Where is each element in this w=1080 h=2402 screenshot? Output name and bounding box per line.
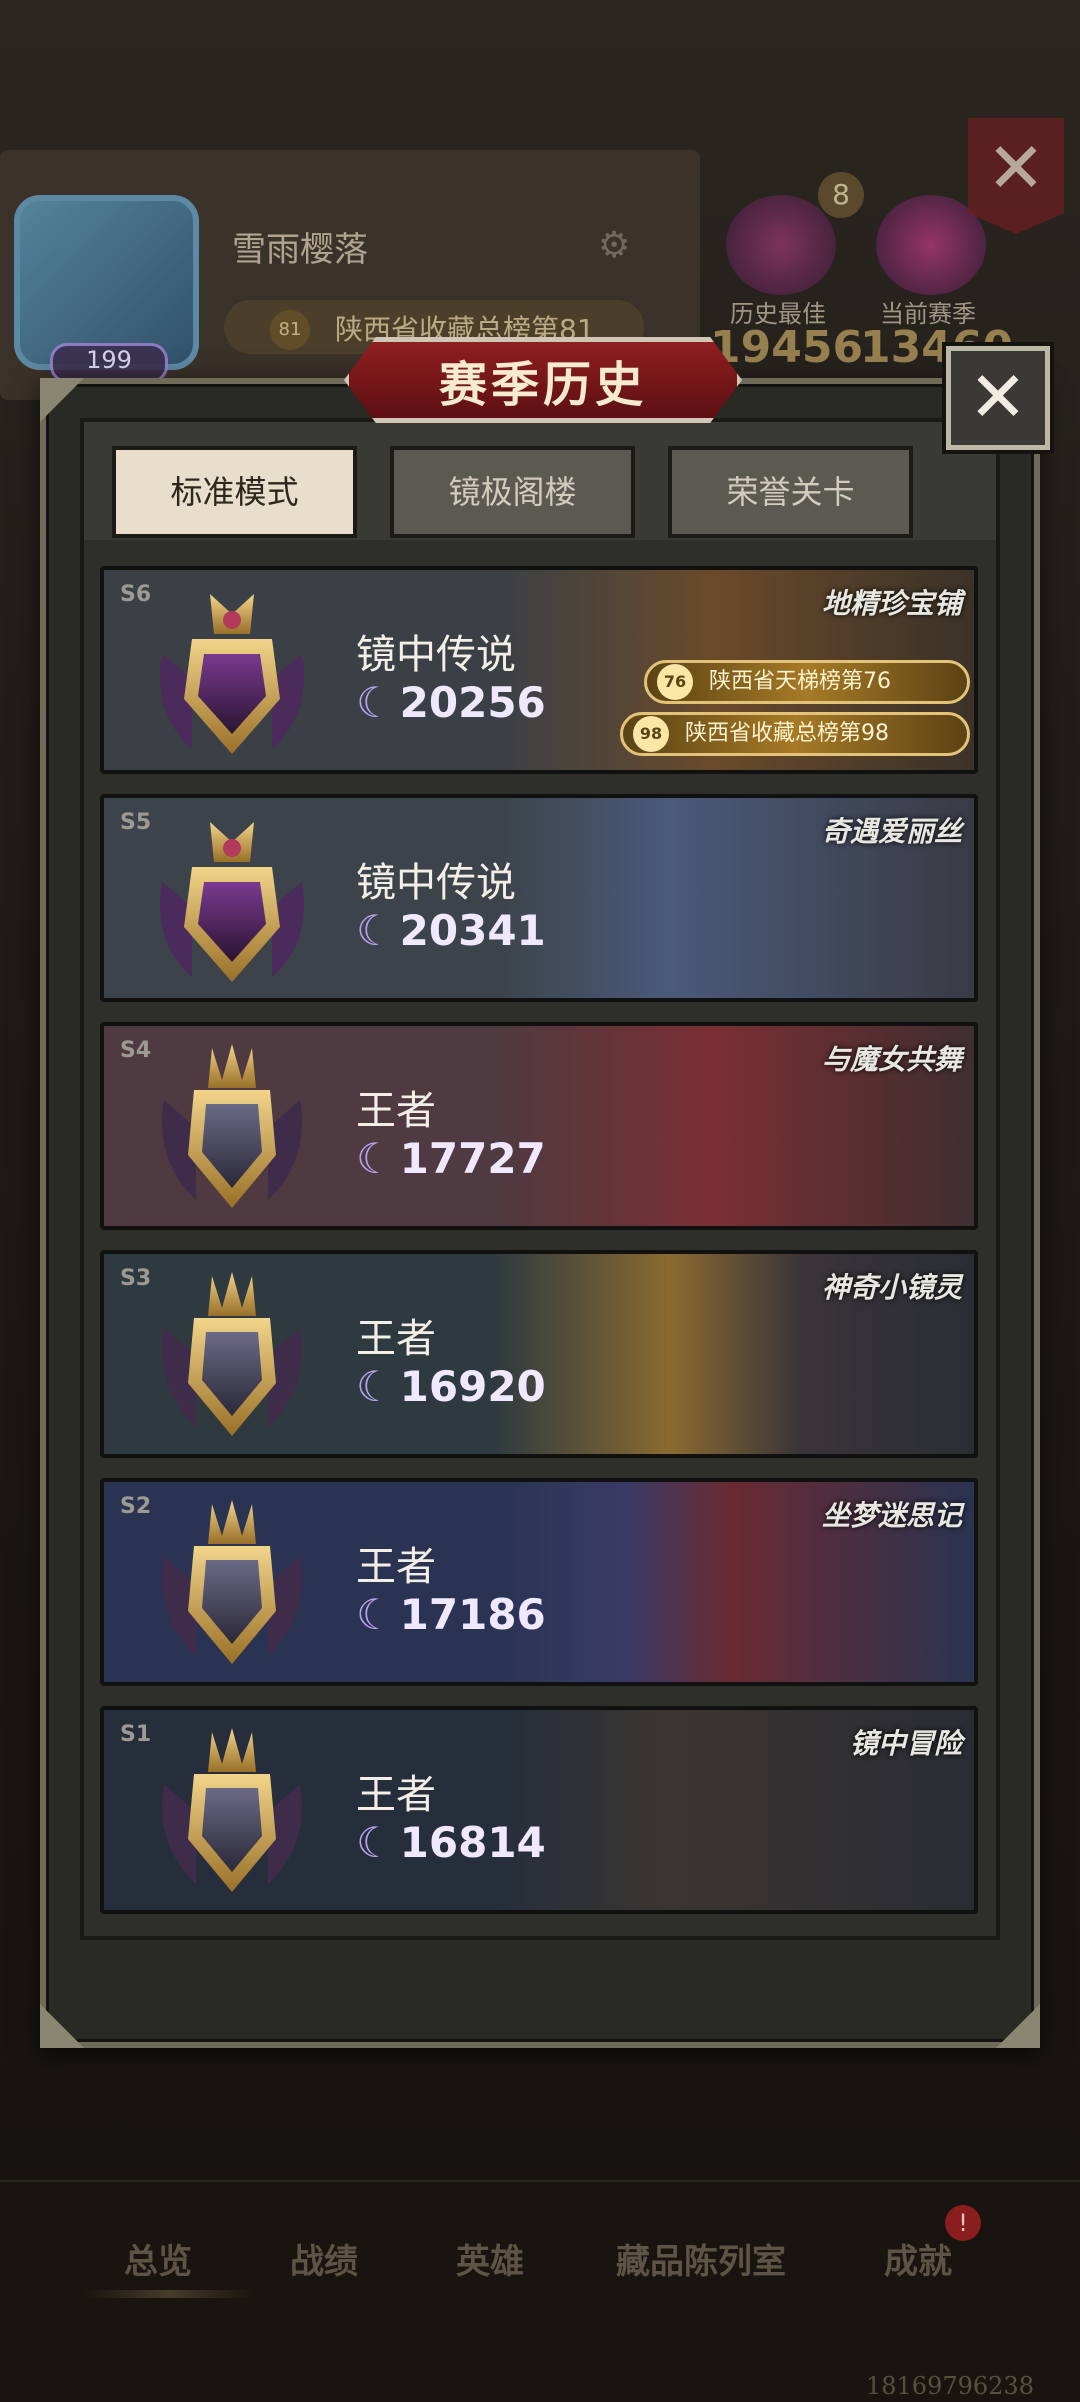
player-name: 雪雨樱落 [232,230,368,270]
rank-number-badge: 76 [657,664,693,700]
close-icon: ✕ [968,356,1028,438]
moon-icon: ☾ [356,678,394,727]
tier-name: 王者 [356,1088,436,1134]
nav-achievements[interactable]: 成就 [884,2234,952,2283]
avatar-level-badge: 199 [50,343,168,383]
season-series-name: 神奇小镜灵 [821,1271,962,1304]
season-tag: S2 [120,1494,152,1519]
season-score: ☾ 20256 [356,678,546,727]
rank-pill-ladder: 76 陕西省天梯榜第76 [644,660,970,704]
tab-honor-stage[interactable]: 荣誉关卡 [668,446,913,538]
season-series-name: 坐梦迷思记 [821,1499,962,1532]
score-value: 20256 [399,678,546,727]
legend-rank-emblem-icon [160,822,304,982]
season-series-name: 地精珍宝铺 [821,587,962,620]
tier-name: 王者 [356,1316,436,1362]
tier-name: 王者 [356,1772,436,1818]
nav-active-indicator [84,2290,254,2298]
season-score: ☾ 16920 [356,1362,546,1411]
season-card-s1[interactable]: S1 镜中冒险 王者 ☾ 16814 [100,1706,978,1914]
moon-icon: ☾ [356,1134,394,1183]
season-tag: S3 [120,1266,152,1291]
history-best-emblem-icon [726,195,836,295]
tab-standard-mode[interactable]: 标准模式 [112,446,357,538]
score-value: 16814 [399,1818,546,1867]
moon-icon: ☾ [356,1362,394,1411]
season-series-name: 奇遇爱丽丝 [821,815,962,848]
moon-icon: ☾ [356,906,394,955]
rank-number-badge: 98 [633,716,669,752]
score-value: 20341 [399,906,546,955]
king-rank-emblem-icon [162,1272,302,1436]
score-value: 17186 [399,1590,546,1639]
rank-pill-text: 陕西省收藏总榜第98 [685,721,889,746]
season-score: ☾ 17727 [356,1134,546,1183]
season-card-s3[interactable]: S3 神奇小镜灵 王者 ☾ 16920 [100,1250,978,1458]
season-card-s5[interactable]: S5 奇遇爱丽丝 镜中传说 ☾ 20341 [100,794,978,1002]
season-tag: S5 [120,810,152,835]
king-rank-emblem-icon [162,1728,302,1892]
season-series-name: 镜中冒险 [849,1727,962,1760]
gear-icon[interactable]: ⚙ [598,226,638,266]
moon-icon: ☾ [356,1590,394,1639]
dialog-title: 赛季历史 [438,357,647,413]
nav-collection-room[interactable]: 藏品陈列室 [616,2234,786,2283]
season-tag: S6 [120,582,152,607]
notification-badge-icon: ! [945,2205,981,2241]
score-value: 16920 [399,1362,546,1411]
season-score: ☾ 16814 [356,1818,546,1867]
tier-name: 镜中传说 [356,860,516,906]
king-rank-emblem-icon [162,1044,302,1208]
season-series-name: 与魔女共舞 [821,1043,962,1076]
season-tag: S4 [120,1038,152,1063]
score-value: 17727 [399,1134,546,1183]
tier-name: 镜中传说 [356,632,516,678]
nav-overview[interactable]: 总览 [124,2234,192,2283]
nav-heroes[interactable]: 英雄 [456,2234,524,2283]
season-score: ☾ 20341 [356,906,546,955]
moon-icon: ☾ [356,1818,394,1867]
season-tag: S1 [120,1722,152,1747]
season-card-s2[interactable]: S2 坐梦迷思记 王者 ☾ 17186 [100,1478,978,1686]
tab-mirror-attic[interactable]: 镜极阁楼 [390,446,635,538]
season-card-s4[interactable]: S4 与魔女共舞 王者 ☾ 17727 [100,1022,978,1230]
nav-records[interactable]: 战绩 [290,2234,358,2283]
season-score: ☾ 17186 [356,1590,546,1639]
king-rank-emblem-icon [162,1500,302,1664]
rank-pill-text: 陕西省天梯榜第76 [709,669,891,694]
close-button[interactable]: ✕ [946,346,1050,450]
legend-rank-emblem-icon [160,594,304,754]
background-close-icon: ✕ [968,118,1064,234]
tier-name: 王者 [356,1544,436,1590]
season-card-s6[interactable]: S6 地精珍宝铺 镜中传说 ☾ 20256 76 陕西省天梯榜第76 98 陕西省收藏… [100,566,978,774]
count-badge: 8 [818,172,864,218]
rank-pill-collection: 98 陕西省收藏总榜第98 [620,712,970,756]
user-id: 18169796238 [866,2372,1034,2400]
rank-ribbon-badge: 81 [270,310,310,350]
